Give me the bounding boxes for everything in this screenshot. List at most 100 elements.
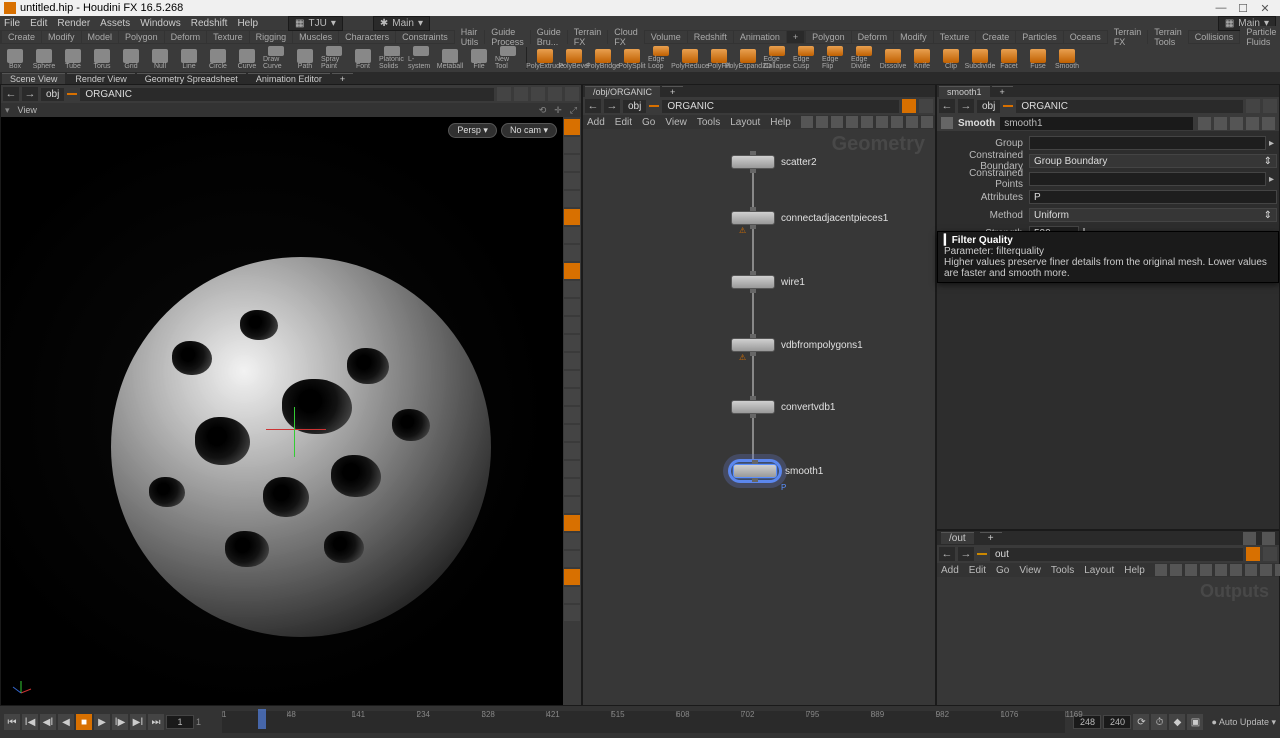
shelf-tool[interactable]: Null bbox=[147, 46, 173, 70]
viewport-tool-button[interactable] bbox=[564, 173, 580, 189]
desktop-tab[interactable]: Render View bbox=[67, 73, 134, 84]
param-tab[interactable]: smooth1 bbox=[939, 86, 990, 97]
handle-icon-1[interactable]: ⟲ bbox=[539, 105, 547, 116]
out-toolbar-icon[interactable] bbox=[1215, 564, 1227, 576]
search-param-icon[interactable] bbox=[1230, 117, 1243, 130]
shelf-tool[interactable]: Metaball bbox=[437, 46, 463, 70]
shelf-tool[interactable]: Smooth bbox=[1054, 46, 1080, 70]
shelf-tool[interactable]: PolyBevel bbox=[561, 46, 587, 70]
viewport-tool-button[interactable] bbox=[564, 263, 580, 279]
node[interactable]: scatter2 bbox=[731, 155, 817, 169]
network-menu-item[interactable]: View bbox=[665, 117, 687, 128]
out-menu-item[interactable]: Layout bbox=[1084, 565, 1114, 576]
next-key-button[interactable]: ▶Ⅰ bbox=[130, 714, 146, 730]
shelf-tool[interactable]: Grid bbox=[118, 46, 144, 70]
operator-name[interactable]: smooth1 bbox=[1000, 117, 1193, 130]
network-menu-item[interactable]: Go bbox=[642, 117, 655, 128]
out-menu-item[interactable]: Go bbox=[996, 565, 1009, 576]
out-menu-item[interactable]: Help bbox=[1124, 565, 1145, 576]
viewport-tool-button[interactable] bbox=[564, 425, 580, 441]
shelf-tool[interactable]: Fuse bbox=[1025, 46, 1051, 70]
shelf-tab[interactable]: Create bbox=[976, 31, 1015, 43]
shelf-tab-add[interactable]: + bbox=[787, 31, 804, 43]
node[interactable]: connectadjacentpieces1⚠ bbox=[731, 211, 888, 225]
network-menu-item[interactable]: Tools bbox=[697, 117, 720, 128]
shelf-tool[interactable]: Font bbox=[350, 46, 376, 70]
menu-file[interactable]: File bbox=[4, 18, 20, 29]
desktop-tab[interactable]: Scene View bbox=[2, 73, 65, 84]
viewport-tool-button[interactable] bbox=[564, 191, 580, 207]
new-tab-button[interactable]: + bbox=[662, 86, 683, 97]
playhead[interactable] bbox=[258, 709, 266, 729]
menu-assets[interactable]: Assets bbox=[100, 18, 130, 29]
out-tab-plus[interactable]: + bbox=[980, 532, 1002, 544]
stop-button[interactable]: ■ bbox=[76, 714, 92, 730]
shelf-tab[interactable]: Constraints bbox=[396, 31, 454, 43]
out-toolbar-icon[interactable] bbox=[1185, 564, 1197, 576]
display-icon[interactable] bbox=[548, 87, 562, 101]
shelf-tab[interactable]: Texture bbox=[207, 31, 249, 43]
update-status[interactable]: ● Auto Update ▾ bbox=[1211, 717, 1276, 728]
shelf-tool[interactable]: Path bbox=[292, 46, 318, 70]
out-path[interactable]: out bbox=[990, 548, 1243, 561]
scope-icon[interactable]: ▣ bbox=[1187, 714, 1203, 730]
viewport-tool-button[interactable] bbox=[564, 497, 580, 513]
box-icon[interactable] bbox=[565, 87, 579, 101]
shelf-tool[interactable]: PolyBridge bbox=[590, 46, 616, 70]
out-max-icon[interactable] bbox=[1243, 532, 1256, 545]
geo-icon[interactable] bbox=[67, 93, 77, 95]
param-back[interactable]: ← bbox=[939, 99, 955, 113]
network-menu-item[interactable]: Add bbox=[587, 117, 605, 128]
shelf-tool[interactable]: Tube bbox=[60, 46, 86, 70]
shelf-tool[interactable]: Box bbox=[2, 46, 28, 70]
out-s-icon[interactable] bbox=[1263, 547, 1277, 561]
pin-icon[interactable] bbox=[497, 87, 511, 101]
shelf-tool[interactable]: Subdivide bbox=[967, 46, 993, 70]
out-toolbar-icon[interactable] bbox=[1275, 564, 1280, 576]
menu-redshift[interactable]: Redshift bbox=[191, 18, 228, 29]
net-geo-icon[interactable] bbox=[649, 105, 659, 107]
network-tab[interactable]: /obj/ORGANIC bbox=[585, 86, 660, 97]
viewport-tool-button[interactable] bbox=[564, 389, 580, 405]
viewport-tool-button[interactable] bbox=[564, 317, 580, 333]
shelf-tab[interactable]: Model bbox=[82, 31, 119, 43]
viewport-tool-button[interactable] bbox=[564, 515, 580, 531]
shelf-tool[interactable]: Edge Collapse bbox=[764, 46, 790, 70]
viewport-tool-button[interactable] bbox=[564, 119, 580, 135]
realtime-icon[interactable]: ⏱ bbox=[1151, 714, 1167, 730]
view-label[interactable]: View bbox=[18, 105, 37, 115]
play-rev-button[interactable]: ◀ bbox=[58, 714, 74, 730]
out-menu-item[interactable]: View bbox=[1019, 565, 1041, 576]
out-fwd[interactable]: → bbox=[958, 547, 974, 561]
param-path-node[interactable]: ORGANIC bbox=[1016, 100, 1243, 113]
network-menu-item[interactable]: Help bbox=[770, 117, 791, 128]
shelf-tool[interactable]: Circle bbox=[205, 46, 231, 70]
shelf-tab[interactable]: Polygon bbox=[119, 31, 164, 43]
out-toolbar-icon[interactable] bbox=[1230, 564, 1242, 576]
param-tab-plus[interactable]: + bbox=[992, 86, 1013, 97]
viewport-tool-button[interactable] bbox=[564, 551, 580, 567]
shelf-tool[interactable]: Edge Divide bbox=[851, 46, 877, 70]
shelf-tool[interactable]: L-system bbox=[408, 46, 434, 70]
group-arrow-icon[interactable]: ▸ bbox=[1266, 138, 1277, 149]
out-back[interactable]: ← bbox=[939, 547, 955, 561]
viewport-tool-button[interactable] bbox=[564, 371, 580, 387]
viewport-tool-button[interactable] bbox=[564, 137, 580, 153]
prev-key-button[interactable]: Ⅰ◀ bbox=[22, 714, 38, 730]
shelf-tool[interactable]: Knife bbox=[909, 46, 935, 70]
input-group[interactable] bbox=[1029, 136, 1266, 150]
viewport[interactable]: Persp ▾ No cam ▾ bbox=[1, 117, 563, 705]
shelf-tab[interactable]: Redshift bbox=[688, 31, 733, 43]
shelf-tool[interactable]: PolyExpand2D bbox=[735, 46, 761, 70]
shelf-tool[interactable]: Torus bbox=[89, 46, 115, 70]
shelf-tab[interactable]: Create bbox=[2, 31, 41, 43]
cur-frame[interactable]: 1 bbox=[166, 715, 194, 729]
shelf-tool[interactable]: Platonic Solids bbox=[379, 46, 405, 70]
viewport-tool-button[interactable] bbox=[564, 209, 580, 225]
param-help-icon[interactable] bbox=[1263, 99, 1277, 113]
shelf-tab[interactable]: Deform bbox=[852, 31, 894, 43]
play-fwd-button[interactable]: ▶ bbox=[94, 714, 110, 730]
maximize-button[interactable]: ☐ bbox=[1232, 1, 1254, 15]
out-icon[interactable] bbox=[977, 553, 987, 555]
timeline-track[interactable]: 1481412343284215156087027958899821076116… bbox=[222, 711, 1065, 733]
